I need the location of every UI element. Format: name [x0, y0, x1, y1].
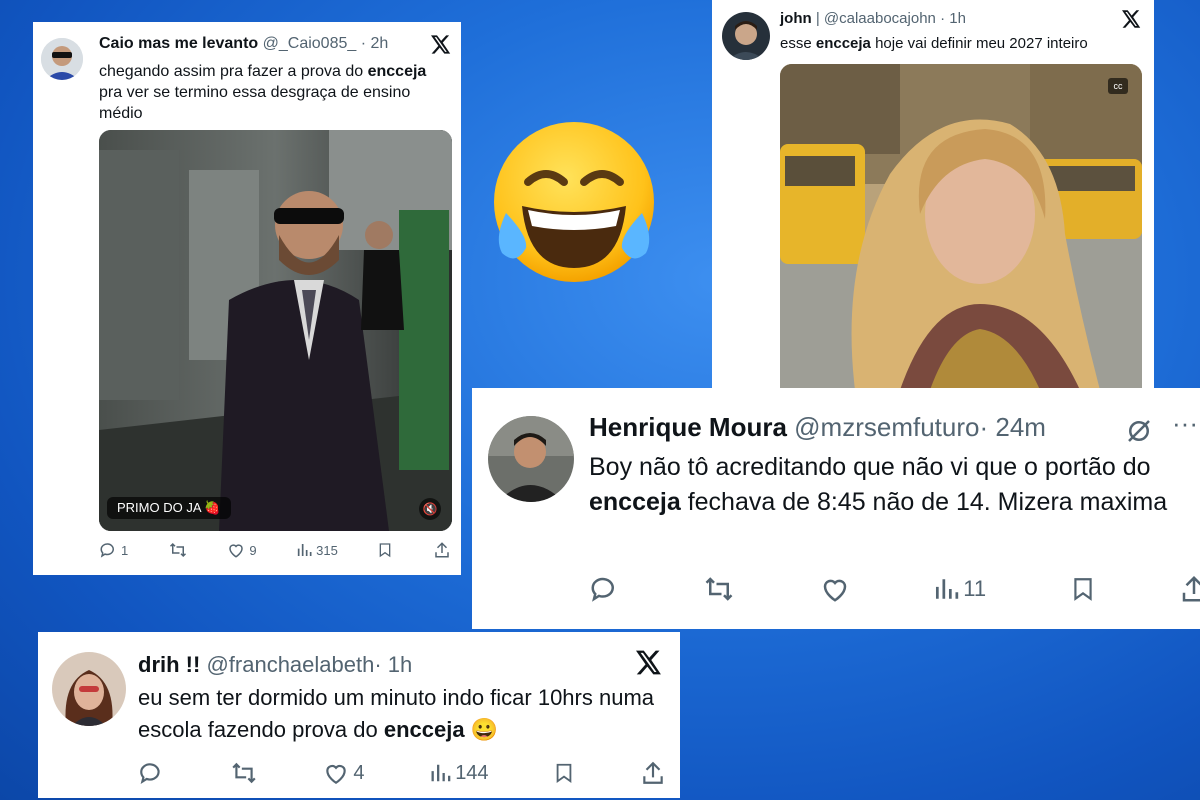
view-count: 315 — [316, 542, 338, 558]
author-handle[interactable]: @franchaelabeth — [206, 652, 374, 677]
bookmark-icon — [1073, 578, 1092, 601]
reply-icon — [100, 543, 114, 558]
heart-icon — [229, 544, 244, 558]
tweet-time[interactable]: · 1h — [374, 652, 412, 677]
tweet-card-drih[interactable]: drih !! @franchaelabeth· 1h eu sem ter d… — [38, 632, 680, 798]
share-icon — [643, 761, 663, 784]
reply-count: 1 — [121, 542, 129, 558]
like-count: 9 — [249, 542, 257, 558]
author-name[interactable]: Henrique Moura — [589, 412, 787, 442]
grok-icon[interactable] — [1124, 416, 1154, 446]
views-button[interactable]: 315 — [296, 542, 338, 558]
author-handle[interactable]: @mzrsemfuturo — [794, 412, 979, 442]
view-count: 144 — [455, 761, 489, 784]
author-handle[interactable]: @calaabocajohn — [824, 10, 936, 27]
tweet-video[interactable]: cc — [780, 64, 1142, 390]
retweet-button[interactable] — [229, 760, 259, 786]
x-logo-icon — [431, 35, 451, 54]
views-icon — [936, 579, 959, 599]
retweet-icon — [169, 542, 186, 558]
tweet-text: eu sem ter dormido um minuto indo ficar … — [138, 685, 655, 742]
more-options-icon[interactable]: ··· — [1172, 408, 1198, 439]
share-button[interactable] — [433, 541, 451, 559]
tweet-card-henrique[interactable]: Henrique Moura @mzrsemfuturo· 24m ··· Bo… — [472, 388, 1200, 629]
reply-button[interactable] — [138, 760, 164, 786]
view-count: 11 — [963, 576, 987, 601]
tweet-actions: 1 9 315 — [99, 540, 451, 560]
bookmark-icon — [380, 543, 391, 558]
reply-button[interactable] — [589, 574, 619, 604]
tweet-video[interactable]: PRIMO DO JA 🍓 🔇 — [99, 130, 452, 531]
share-button[interactable] — [1179, 574, 1200, 604]
tweet-actions: 11 — [589, 574, 1200, 604]
author-handle[interactable]: @_Caio085_ — [263, 35, 357, 52]
mute-icon[interactable]: 🔇 — [419, 498, 441, 520]
tweet-time[interactable]: · 24m — [979, 412, 1045, 442]
laughing-emoji-icon — [488, 118, 660, 290]
tweet-text: Boy não tô acreditando que não vi que o … — [589, 453, 1168, 516]
author-name[interactable]: john — [780, 10, 812, 27]
tweet-time[interactable]: · 2h — [361, 35, 389, 52]
views-button[interactable]: 11 — [933, 576, 986, 602]
tweet-header: Henrique Moura @mzrsemfuturo· 24m — [589, 412, 1046, 443]
heart-icon — [823, 579, 847, 602]
tweet-actions: 4 144 — [138, 760, 666, 786]
share-icon — [1182, 575, 1200, 602]
author-name[interactable]: Caio mas me levanto — [99, 35, 258, 52]
share-button[interactable] — [640, 760, 666, 786]
tweet-text: esse encceja hoje vai definir meu 2027 i… — [780, 35, 1088, 52]
like-count: 4 — [353, 761, 365, 784]
share-icon — [435, 542, 449, 558]
cc-icon[interactable]: cc — [1108, 78, 1128, 94]
tweet-time[interactable]: · 1h — [940, 10, 966, 27]
bookmark-button[interactable] — [1070, 574, 1096, 604]
like-button[interactable]: 9 — [227, 541, 257, 559]
views-icon — [297, 544, 312, 556]
x-logo-icon — [636, 650, 662, 675]
bookmark-icon — [556, 763, 572, 784]
bookmark-button[interactable] — [553, 760, 575, 786]
reply-icon — [591, 577, 614, 602]
tweet-card-caio[interactable]: Caio mas me levanto @_Caio085_ · 2h cheg… — [33, 22, 461, 575]
reply-button[interactable]: 1 — [99, 541, 128, 559]
avatar[interactable] — [722, 12, 770, 60]
avatar[interactable] — [52, 652, 126, 726]
like-button[interactable]: 4 — [323, 760, 365, 786]
tweet-text: chegando assim pra fazer a prova do encc… — [99, 63, 427, 122]
tweet-card-john[interactable]: john | @calaabocajohn · 1h esse encceja … — [712, 0, 1154, 392]
author-name[interactable]: drih !! — [138, 652, 200, 677]
views-button[interactable]: 144 — [429, 761, 489, 785]
tweet-header: Caio mas me levanto @_Caio085_ · 2h — [99, 35, 388, 53]
retweet-button[interactable] — [168, 541, 188, 559]
heart-icon — [326, 764, 347, 785]
retweet-icon — [706, 577, 733, 601]
tweet-header: drih !! @franchaelabeth· 1h — [138, 652, 412, 678]
tweet-header: john | @calaabocajohn · 1h — [780, 10, 966, 27]
avatar[interactable] — [41, 38, 83, 80]
like-button[interactable] — [820, 574, 850, 604]
retweet-button[interactable] — [702, 574, 736, 604]
retweet-icon — [232, 762, 256, 784]
x-logo-icon — [1122, 10, 1141, 28]
video-caption: PRIMO DO JA 🍓 — [107, 497, 231, 519]
bookmark-button[interactable] — [377, 541, 393, 559]
reply-icon — [140, 763, 160, 785]
avatar[interactable] — [488, 416, 574, 502]
views-icon — [431, 764, 451, 782]
